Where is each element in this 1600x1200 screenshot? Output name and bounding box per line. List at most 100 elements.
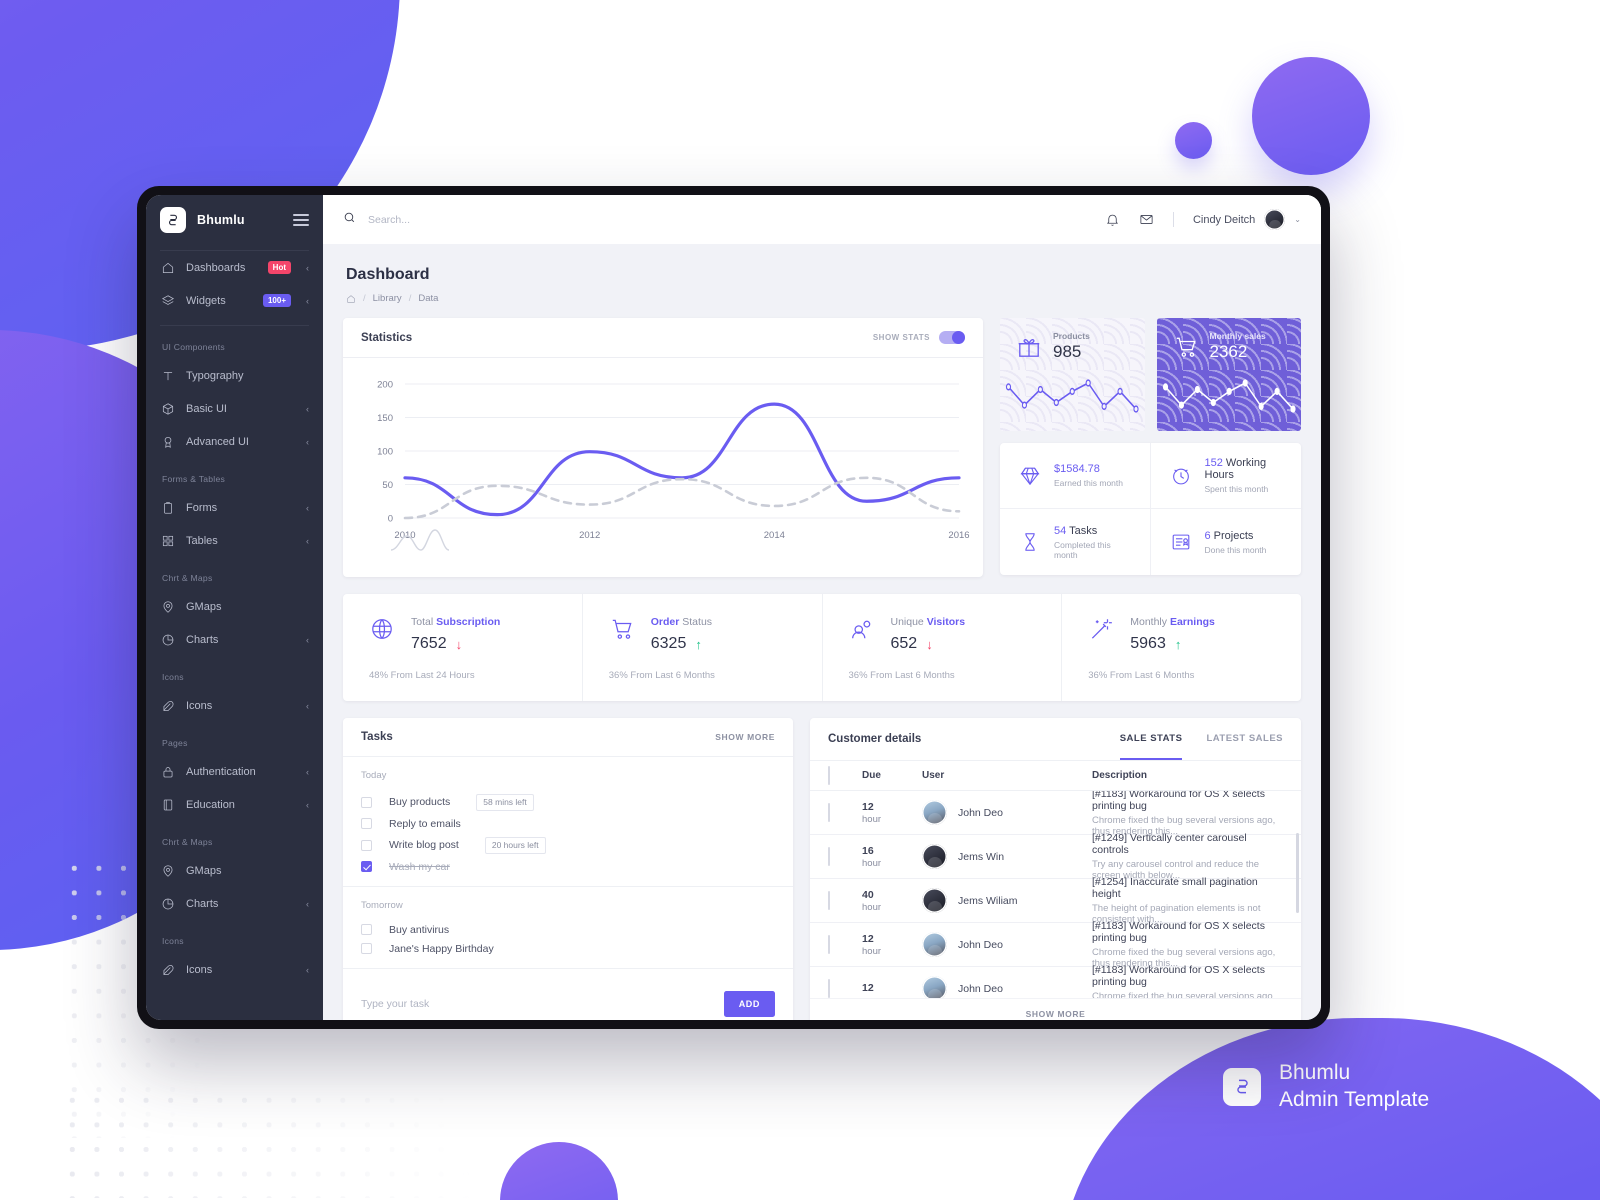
sidebar-item-gmaps[interactable]: GMaps: [146, 590, 323, 623]
kpi-card-subscription: Total Subscription 7652 ↓ 48% From Last 24 …: [343, 594, 583, 701]
description-title: [#1183] Workaround for OS X selects prin…: [1092, 791, 1265, 812]
trend-down-icon: ↓: [926, 636, 933, 652]
task-checkbox[interactable]: [361, 943, 372, 954]
kpi-value: 6325: [650, 635, 687, 652]
spark-card-products[interactable]: Products 985: [1000, 318, 1145, 431]
row-checkbox[interactable]: [828, 890, 830, 910]
table-row[interactable]: 40 hour Jems Wiliam [#1254] Inaccurate smal…: [810, 876, 1301, 925]
sidebar-item-forms[interactable]: Forms ‹: [146, 491, 323, 524]
sidebar-item-widgets[interactable]: Widgets 100+ ‹: [146, 284, 323, 317]
sidebar-item-label: Authentication: [186, 765, 256, 778]
kpi-label: Unique Visitors: [890, 616, 966, 628]
statistics-card: Statistics SHOW STATS 0 50 100 150 200 2010 20…: [343, 318, 983, 577]
sidebar-item-education[interactable]: Education ‹: [146, 788, 323, 821]
sidebar-item-label: Dashboards: [186, 261, 246, 274]
show-stats-control[interactable]: SHOW STATS: [873, 331, 965, 344]
user-menu[interactable]: Cindy Deitch ⌄: [1193, 209, 1301, 230]
chevron-right-icon: ‹: [306, 295, 309, 306]
row-checkbox[interactable]: [828, 802, 830, 822]
cell-user: Jems Win: [922, 844, 1092, 869]
row-checkbox[interactable]: [828, 978, 830, 998]
cell-user: John Deo: [922, 932, 1092, 957]
chevron-right-icon: ‹: [306, 502, 309, 513]
column-header-due: Due: [862, 770, 881, 781]
sidebar-item-advanced-ui[interactable]: Advanced UI ‹: [146, 425, 323, 458]
breadcrumb-item-data[interactable]: Data: [418, 293, 438, 304]
sidebar-item-icons[interactable]: Icons ‹: [146, 953, 323, 986]
table-row[interactable]: 16 hour Jems Win [#1249] Vertically center …: [810, 832, 1301, 881]
brand-logo-icon: [1223, 1067, 1261, 1106]
add-task-button[interactable]: ADD: [723, 990, 775, 1017]
spark-card-label: Monthly sales: [1209, 331, 1266, 341]
tab-sale-stats[interactable]: SALE STATS: [1119, 718, 1183, 760]
table-row[interactable]: 12 hour John Deo [#1183] Workaround for OS …: [810, 791, 1301, 837]
chevron-right-icon: ‹: [306, 799, 309, 810]
row-checkbox[interactable]: [828, 934, 830, 954]
due-number: 12: [862, 800, 874, 813]
table-row[interactable]: 12 hour John Deo [#1183] Workaround for OS …: [810, 920, 1301, 969]
sidebar-item-icons[interactable]: Icons ‹: [146, 689, 323, 722]
feather-icon: [160, 698, 175, 713]
breadcrumb-separator: /: [363, 293, 366, 304]
cell-description: [#1249] Vertically center carousel contr…: [1092, 832, 1283, 881]
due-unit: hour: [862, 858, 882, 870]
book-icon: [160, 797, 175, 812]
home-icon[interactable]: [346, 294, 356, 304]
task-item[interactable]: Wash my car: [361, 857, 775, 876]
column-header-description: Description: [1092, 770, 1148, 781]
page-title: Dashboard: [346, 266, 430, 283]
breadcrumb-item-library[interactable]: Library: [373, 293, 402, 304]
kpi-footer: 36% From Last 6 Months: [608, 670, 715, 681]
search-input[interactable]: [368, 213, 608, 226]
due-number: 12: [862, 932, 874, 945]
sidebar-item-dashboards[interactable]: Dashboards Hot ‹: [146, 251, 323, 284]
sidebar-item-label: Basic UI: [186, 402, 227, 415]
bell-icon[interactable]: [1105, 212, 1120, 227]
clock-icon: [1170, 465, 1192, 487]
sidebar-item-charts[interactable]: Charts ‹: [146, 623, 323, 656]
lock-icon: [160, 764, 175, 779]
sidebar-item-typography[interactable]: Typography: [146, 359, 323, 392]
task-checkbox[interactable]: [361, 924, 372, 935]
task-checkbox[interactable]: [361, 796, 372, 808]
chevron-right-icon: ‹: [306, 403, 309, 414]
task-item[interactable]: Reply to emails: [361, 814, 775, 833]
customer-show-more-button[interactable]: SHOW MORE: [810, 998, 1301, 1020]
tasks-show-more-button[interactable]: SHOW MORE: [715, 732, 775, 742]
kpi-value: 7652: [411, 635, 447, 652]
task-item[interactable]: Write blog post 20 hours left: [361, 833, 775, 857]
row-select-cell: [828, 890, 862, 910]
task-input[interactable]: [361, 997, 724, 1010]
cell-due: 12 hour: [862, 800, 922, 825]
task-item[interactable]: Buy products 58 mins left: [361, 790, 775, 814]
user-name: Cindy Deitch: [1192, 213, 1256, 226]
task-item[interactable]: Buy antivirus: [361, 920, 775, 939]
spark-card-monthly-sales[interactable]: Monthly sales 2362: [1156, 318, 1301, 431]
chevron-right-icon: ‹: [306, 436, 309, 447]
sidebar-item-authentication[interactable]: Authentication ‹: [146, 755, 323, 788]
task-checkbox[interactable]: [361, 839, 372, 851]
due-number: 12: [862, 982, 874, 995]
task-checkbox[interactable]: [361, 818, 372, 829]
task-checkbox[interactable]: [361, 861, 372, 872]
task-item[interactable]: Jane's Happy Birthday: [361, 939, 775, 958]
topbar: Cindy Deitch ⌄: [323, 195, 1321, 244]
sidebar-item-gmaps[interactable]: GMaps: [146, 854, 323, 887]
sidebar-item-basic-ui[interactable]: Basic UI ‹: [146, 392, 323, 425]
sidebar-item-charts[interactable]: Charts ‹: [146, 887, 323, 920]
row-checkbox[interactable]: [828, 846, 830, 866]
sidebar-item-tables[interactable]: Tables ‹: [146, 524, 323, 557]
chevron-down-icon: ⌄: [1294, 215, 1301, 224]
svg-text:2014: 2014: [764, 530, 785, 541]
search-box[interactable]: [343, 211, 608, 229]
select-all-checkbox[interactable]: [828, 765, 830, 785]
table-scrollbar[interactable]: [1296, 833, 1299, 913]
tab-latest-sales[interactable]: LATEST SALES: [1206, 718, 1283, 760]
topbar-actions: Cindy Deitch ⌄: [1105, 209, 1301, 230]
show-stats-toggle[interactable]: [939, 331, 965, 344]
kpi-value-row: 652 ↓: [891, 635, 966, 653]
mail-icon[interactable]: [1139, 212, 1154, 227]
chevron-right-icon: ‹: [306, 262, 309, 273]
sidebar-toggle-icon[interactable]: [293, 213, 309, 226]
cart-icon: [1173, 334, 1199, 360]
